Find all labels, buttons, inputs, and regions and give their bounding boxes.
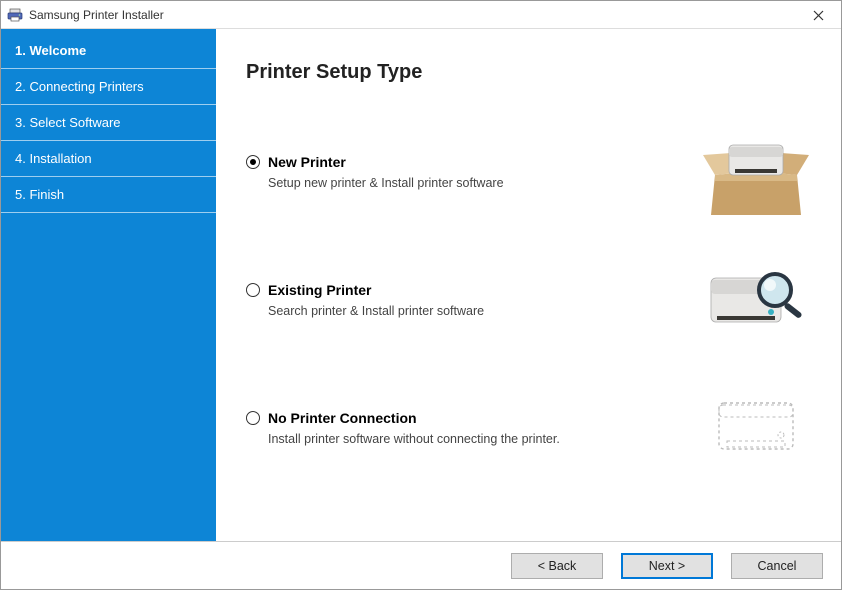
- sidebar-step-finish[interactable]: 5. Finish: [1, 177, 216, 213]
- option-radio-new[interactable]: New Printer: [246, 154, 681, 170]
- window-body: 1. Welcome 2. Connecting Printers 3. Sel…: [1, 29, 841, 541]
- option-text: New Printer Setup new printer & Install …: [246, 154, 681, 190]
- option-no-printer: No Printer Connection Install printer so…: [246, 388, 811, 468]
- radio-icon: [246, 411, 260, 425]
- back-button[interactable]: < Back: [511, 553, 603, 579]
- option-title-label: No Printer Connection: [268, 410, 417, 426]
- option-desc: Setup new printer & Install printer soft…: [268, 176, 681, 190]
- printer-app-icon: [7, 7, 23, 23]
- next-button[interactable]: Next >: [621, 553, 713, 579]
- close-icon: [813, 10, 824, 21]
- wizard-footer: < Back Next > Cancel: [1, 541, 841, 589]
- sidebar-item-label: 4. Installation: [15, 151, 92, 166]
- window-title: Samsung Printer Installer: [29, 8, 164, 22]
- titlebar: Samsung Printer Installer: [1, 1, 841, 29]
- main-panel: Printer Setup Type New Printer Setup new…: [216, 29, 841, 541]
- option-new-printer: New Printer Setup new printer & Install …: [246, 132, 811, 212]
- option-title-label: New Printer: [268, 154, 346, 170]
- cancel-button[interactable]: Cancel: [731, 553, 823, 579]
- illustration-printer-in-box-icon: [701, 132, 811, 212]
- option-desc: Install printer software without connect…: [268, 432, 681, 446]
- sidebar-step-software[interactable]: 3. Select Software: [1, 105, 216, 141]
- option-title-label: Existing Printer: [268, 282, 371, 298]
- illustration-printer-search-icon: [701, 260, 811, 340]
- sidebar-step-welcome[interactable]: 1. Welcome: [1, 33, 216, 69]
- installer-window: Samsung Printer Installer 1. Welcome 2. …: [0, 0, 842, 590]
- setup-options: New Printer Setup new printer & Install …: [246, 132, 811, 468]
- wizard-sidebar: 1. Welcome 2. Connecting Printers 3. Sel…: [1, 29, 216, 541]
- illustration-printer-outline-icon: [701, 388, 811, 468]
- radio-icon: [246, 283, 260, 297]
- option-text: No Printer Connection Install printer so…: [246, 410, 681, 446]
- page-title: Printer Setup Type: [246, 61, 811, 84]
- option-desc: Search printer & Install printer softwar…: [268, 304, 681, 318]
- sidebar-step-installation[interactable]: 4. Installation: [1, 141, 216, 177]
- sidebar-item-label: 2. Connecting Printers: [15, 79, 144, 94]
- option-existing-printer: Existing Printer Search printer & Instal…: [246, 260, 811, 340]
- close-button[interactable]: [803, 5, 833, 25]
- sidebar-item-label: 3. Select Software: [15, 115, 121, 130]
- sidebar-step-connecting[interactable]: 2. Connecting Printers: [1, 69, 216, 105]
- option-text: Existing Printer Search printer & Instal…: [246, 282, 681, 318]
- sidebar-item-label: 5. Finish: [15, 187, 64, 202]
- option-radio-none[interactable]: No Printer Connection: [246, 410, 681, 426]
- sidebar-item-label: 1. Welcome: [15, 43, 86, 58]
- option-radio-existing[interactable]: Existing Printer: [246, 282, 681, 298]
- radio-icon: [246, 155, 260, 169]
